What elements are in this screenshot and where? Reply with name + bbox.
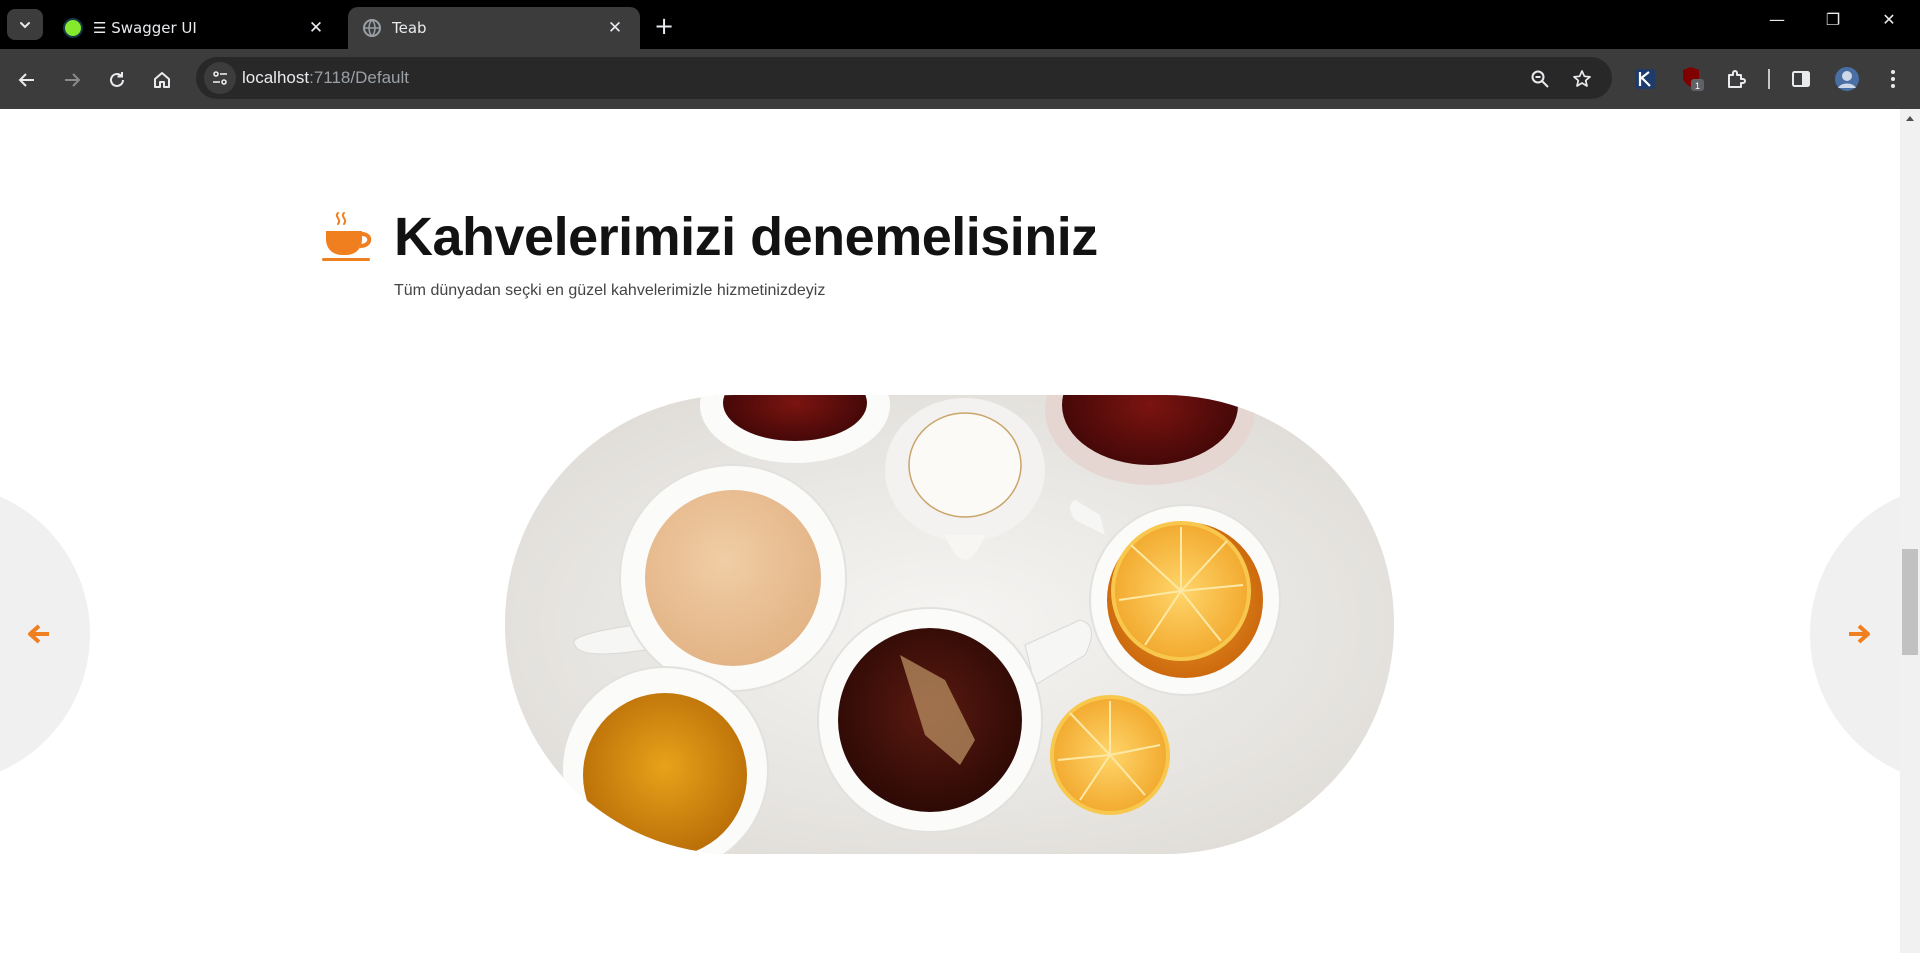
arrow-right-icon [1849,624,1870,644]
carousel-prev-button[interactable] [26,621,52,647]
arrow-right-icon [65,73,81,87]
chevron-down-icon [20,21,30,28]
scrollbar-thumb[interactable] [1902,549,1918,655]
close-icon[interactable]: ✕ [604,18,626,38]
reload-button[interactable] [102,65,132,95]
arrow-left-icon [28,624,49,644]
forward-button[interactable] [57,65,87,95]
browser-tabstrip: ☰ Swagger UI ✕ Teab ✕ + — ❐ ✕ [0,0,1920,49]
tab-teab[interactable]: Teab ✕ [348,7,640,49]
site-info-icon[interactable] [204,62,236,94]
swagger-icon [63,18,83,38]
url-host: localhost [242,68,310,87]
extension-ublock-icon[interactable]: 1 [1679,65,1707,93]
section-subtitle: Tüm dünyadan seçki en güzel kahvelerimiz… [394,282,826,299]
extensions-puzzle-icon[interactable] [1722,65,1750,93]
page-scrollbar[interactable] [1900,109,1920,953]
minimize-icon[interactable]: — [1762,10,1792,29]
toolbar-separator [1768,69,1770,89]
profile-avatar[interactable] [1833,65,1861,93]
new-tab-button[interactable]: + [651,12,677,40]
tea-cups-photo [505,395,1394,854]
scroll-up-arrow-icon[interactable] [1906,116,1914,121]
side-panel-icon[interactable] [1787,65,1815,93]
tab-search-button[interactable] [7,9,43,40]
tab-swagger[interactable]: ☰ Swagger UI ✕ [49,7,341,49]
home-button[interactable] [147,65,177,95]
coffee-cup-icon [320,211,376,269]
restore-icon[interactable]: ❐ [1818,10,1848,29]
browser-menu-icon[interactable] [1879,65,1907,93]
tab-title: ☰ Swagger UI [93,19,197,37]
carousel-next-button[interactable] [1846,621,1872,647]
tab-title: Teab [392,19,427,37]
bookmark-star-icon[interactable] [1570,67,1594,91]
close-icon[interactable]: ✕ [305,18,327,38]
window-close-icon[interactable]: ✕ [1874,10,1904,29]
url-text[interactable]: localhost:7118/Default [242,68,409,88]
globe-icon [362,18,382,38]
browser-toolbar: localhost:7118/Default 1 [0,49,1920,109]
zoom-icon[interactable] [1528,67,1552,91]
url-path: :7118/Default [309,68,409,87]
address-bar[interactable]: localhost:7118/Default [196,57,1612,99]
extension-k-icon[interactable] [1631,65,1659,93]
reload-icon [110,72,124,87]
arrow-left-icon [18,73,34,87]
page-content: Kahvelerimizi denemelisiniz Tüm dünyadan… [0,109,1900,953]
extension-badge: 1 [1695,81,1700,91]
back-button[interactable] [12,65,42,95]
section-title: Kahvelerimizi denemelisiniz [394,207,1098,267]
home-icon [154,72,170,88]
